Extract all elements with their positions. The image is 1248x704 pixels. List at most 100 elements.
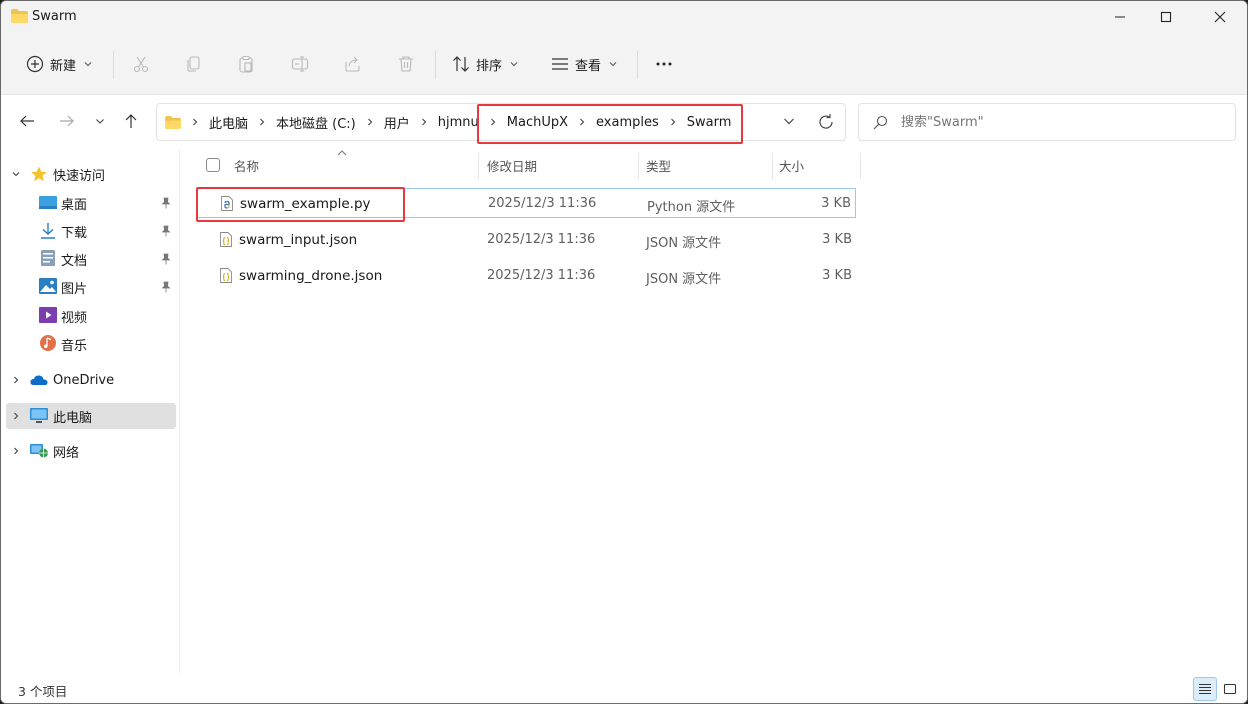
sort-icon — [453, 56, 469, 72]
view-button[interactable]: 查看 — [551, 49, 617, 79]
copy-button[interactable] — [182, 52, 206, 76]
minimize-icon — [1115, 16, 1125, 18]
column-divider[interactable] — [638, 153, 639, 179]
chevron-right-icon — [14, 376, 19, 384]
cut-icon — [133, 56, 149, 73]
chevron-right-icon — [193, 118, 198, 126]
tiles-view-icon — [1223, 683, 1237, 695]
search-icon — [873, 115, 888, 130]
sidebar-item-this-pc[interactable]: 此电脑 — [6, 403, 176, 429]
chevron-down-icon[interactable] — [781, 113, 797, 129]
table-row[interactable]: swarm_input.json 2025/12/3 11:36 JSON 源文… — [196, 225, 856, 255]
column-divider[interactable] — [478, 153, 479, 179]
address-bar[interactable]: 此电脑 本地磁盘 (C:) 用户 hjmnu MachUpX examples … — [156, 103, 846, 141]
chevron-down-icon — [12, 172, 20, 177]
tiles-view-button[interactable] — [1218, 677, 1242, 701]
chevron-down-icon — [96, 119, 104, 124]
more-options-button[interactable] — [652, 52, 676, 76]
file-size: 3 KB — [822, 232, 852, 247]
computer-icon — [30, 408, 48, 423]
minimize-button[interactable] — [1097, 1, 1143, 33]
sidebar-item-downloads[interactable]: 下载 — [1, 218, 175, 244]
toolbar-divider — [637, 51, 638, 79]
status-bar: 3 个项目 — [1, 673, 1247, 703]
trash-icon — [399, 56, 413, 72]
breadcrumb-hjmnu[interactable]: hjmnu — [434, 115, 483, 130]
sidebar-item-music[interactable]: 音乐 — [1, 331, 175, 357]
chevron-right-icon — [14, 447, 19, 455]
breadcrumb-swarm[interactable]: Swarm — [683, 115, 736, 130]
pin-icon[interactable] — [160, 281, 172, 293]
cut-button[interactable] — [129, 52, 153, 76]
close-button[interactable] — [1197, 1, 1243, 33]
sidebar-item-videos[interactable]: 视频 — [1, 303, 175, 329]
command-bar: 新建 排序 查看 — [1, 33, 1247, 95]
arrow-left-icon — [20, 115, 34, 127]
share-button[interactable] — [341, 52, 365, 76]
column-header-type[interactable]: 类型 — [646, 149, 671, 181]
paste-button[interactable] — [234, 52, 258, 76]
recent-locations-button[interactable] — [88, 109, 112, 133]
folder-icon — [165, 115, 181, 129]
sidebar-item-label: 桌面 — [61, 197, 88, 213]
json-file-icon — [220, 268, 232, 283]
rename-button[interactable] — [288, 52, 312, 76]
column-header-size[interactable]: 大小 — [779, 149, 804, 181]
view-label: 查看 — [575, 58, 602, 74]
maximize-button[interactable] — [1143, 1, 1189, 33]
sidebar-item-label: 图片 — [61, 281, 88, 297]
new-button[interactable]: 新建 — [26, 49, 92, 79]
breadcrumb-users[interactable]: 用户 — [380, 113, 414, 132]
pin-icon[interactable] — [160, 225, 172, 237]
sidebar-item-quick-access[interactable]: 快速访问 — [1, 161, 175, 187]
sidebar-item-label: 下载 — [61, 225, 88, 241]
up-button[interactable] — [119, 109, 143, 133]
refresh-icon[interactable] — [817, 113, 835, 131]
table-row[interactable]: swarming_drone.json 2025/12/3 11:36 JSON… — [196, 261, 856, 291]
forward-button[interactable] — [55, 109, 79, 133]
delete-button[interactable] — [394, 52, 418, 76]
sidebar-item-desktop[interactable]: 桌面 — [1, 190, 175, 216]
copy-icon — [187, 56, 200, 72]
back-button[interactable] — [15, 109, 39, 133]
search-box[interactable] — [858, 103, 1236, 141]
file-type: JSON 源文件 — [646, 236, 722, 251]
details-view-button[interactable] — [1193, 677, 1217, 701]
breadcrumb-examples[interactable]: examples — [592, 115, 663, 130]
sidebar-item-documents[interactable]: 文档 — [1, 246, 175, 272]
column-header-modified[interactable]: 修改日期 — [487, 149, 537, 181]
pin-icon[interactable] — [160, 253, 172, 265]
select-all-checkbox[interactable] — [206, 158, 220, 172]
breadcrumb: 此电脑 本地磁盘 (C:) 用户 hjmnu MachUpX examples … — [165, 104, 735, 140]
python-file-icon — [221, 196, 233, 211]
file-name: swarm_example.py — [240, 196, 371, 212]
sort-button[interactable]: 排序 — [452, 49, 518, 79]
chevron-right-icon — [14, 412, 19, 420]
navigation-row: 此电脑 本地磁盘 (C:) 用户 hjmnu MachUpX examples … — [1, 95, 1247, 149]
file-size: 3 KB — [822, 268, 852, 283]
chevron-down-icon — [84, 62, 92, 67]
new-label: 新建 — [50, 58, 77, 74]
breadcrumb-machupx[interactable]: MachUpX — [503, 115, 572, 130]
table-row[interactable]: swarm_example.py 2025/12/3 11:36 Python … — [196, 188, 856, 218]
window-title: Swarm — [32, 9, 77, 24]
breadcrumb-local-disk[interactable]: 本地磁盘 (C:) — [272, 113, 360, 132]
arrow-up-icon — [125, 114, 137, 128]
file-modified: 2025/12/3 11:36 — [487, 232, 596, 247]
pane-divider[interactable] — [179, 149, 180, 673]
pin-icon[interactable] — [160, 197, 172, 209]
sidebar-item-pictures[interactable]: 图片 — [1, 274, 175, 300]
desktop-icon — [39, 196, 57, 209]
column-header-name[interactable]: 名称 — [234, 149, 259, 181]
file-type: JSON 源文件 — [646, 272, 722, 287]
file-modified: 2025/12/3 11:36 — [488, 196, 597, 211]
more-icon — [656, 62, 672, 66]
sidebar-item-onedrive[interactable]: OneDrive — [1, 367, 175, 393]
sidebar-item-network[interactable]: 网络 — [1, 438, 175, 464]
toolbar-divider — [435, 51, 436, 79]
navigation-pane: 快速访问 桌面 下载 文档 图片 视频 音乐 OneDrive 此电脑 网络 — [1, 149, 179, 673]
search-input[interactable] — [901, 112, 1221, 132]
column-divider[interactable] — [772, 153, 773, 179]
column-divider[interactable] — [860, 153, 861, 179]
breadcrumb-this-pc[interactable]: 此电脑 — [205, 113, 252, 132]
